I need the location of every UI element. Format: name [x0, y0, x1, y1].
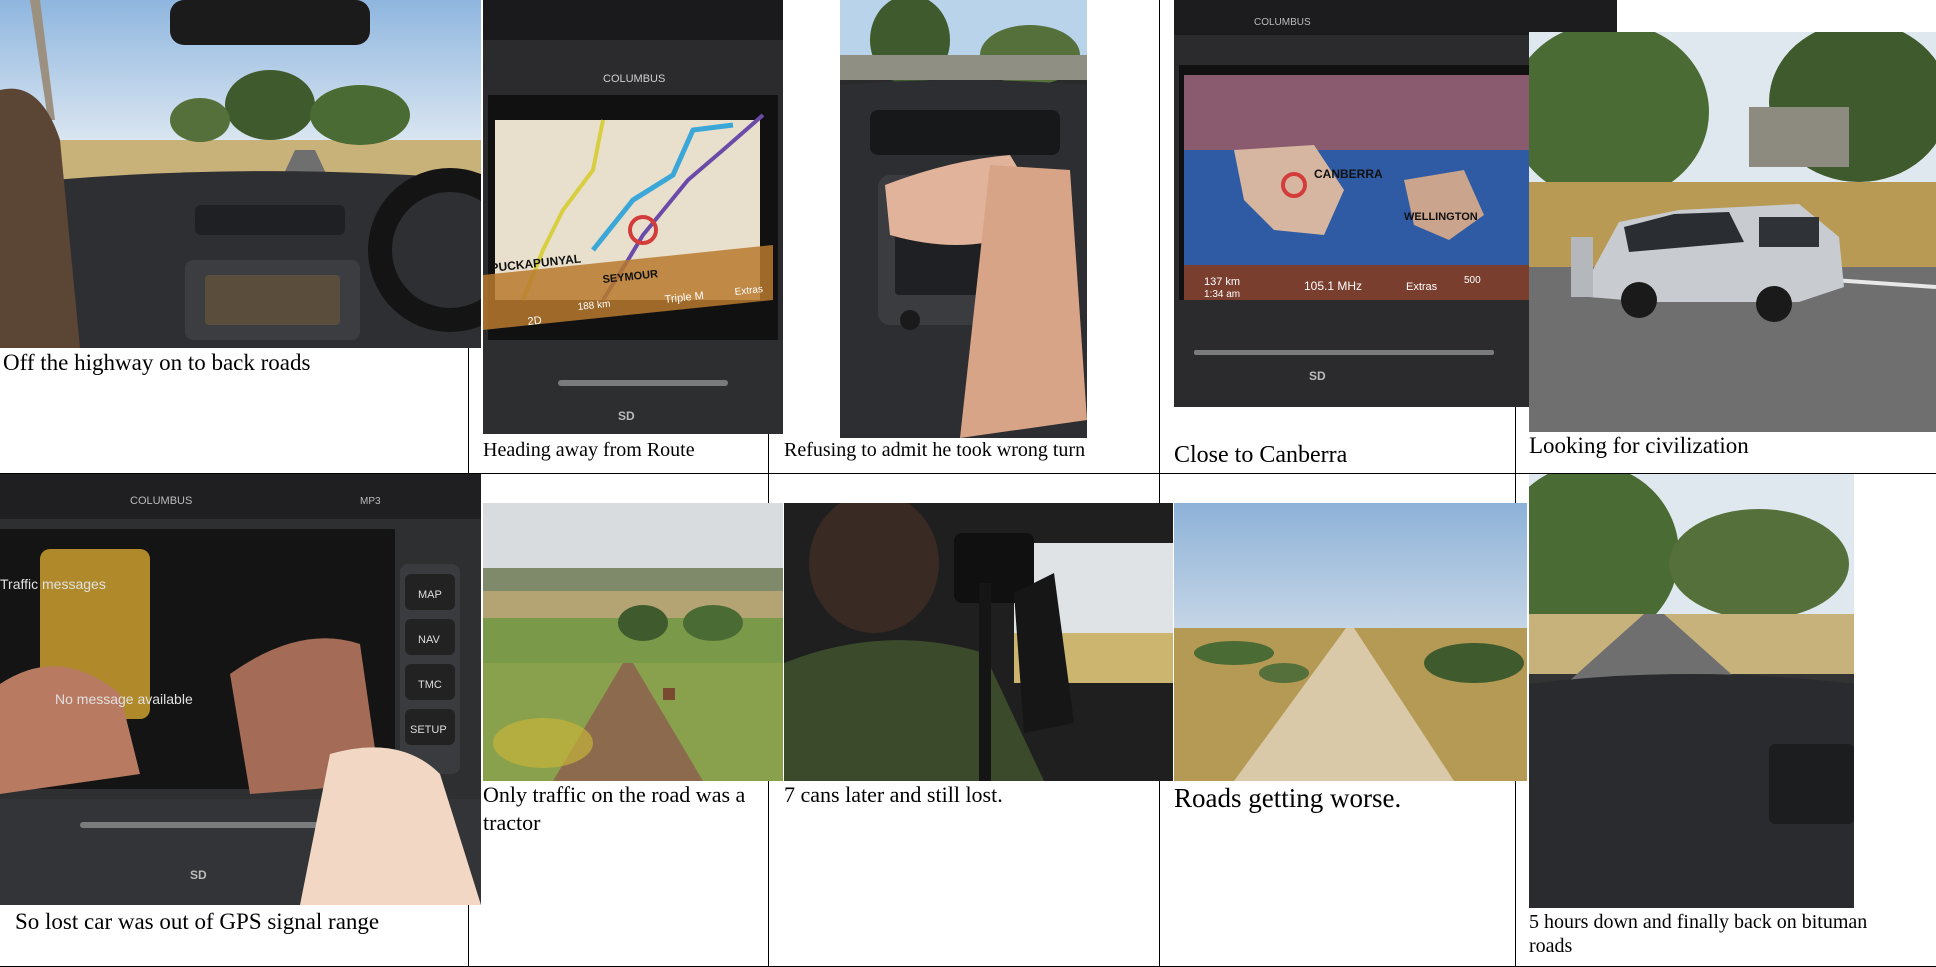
- svg-text:Extras: Extras: [1406, 281, 1438, 293]
- tractor-road-image: [483, 503, 783, 781]
- caption-heading-away: Heading away from Route: [483, 439, 695, 461]
- svg-text:NAV: NAV: [418, 634, 440, 646]
- photo-looking-for-civilization: [1529, 32, 1936, 432]
- photo-seven-cans: [784, 503, 1173, 781]
- svg-text:TMC: TMC: [418, 679, 442, 691]
- svg-text:WELLINGTON: WELLINGTON: [1404, 211, 1478, 223]
- svg-text:SETUP: SETUP: [410, 724, 447, 736]
- caption-roads-worse: Roads getting worse.: [1174, 783, 1402, 813]
- svg-text:CANBERRA: CANBERRA: [1314, 167, 1383, 181]
- caption-back-roads: Off the highway on to back roads: [3, 350, 311, 375]
- caption-refusing-wrong-turn: Refusing to admit he took wrong turn: [784, 439, 1086, 461]
- gravel-road-image: [1174, 503, 1527, 781]
- gps-map-image: COLUMBUS PUCKAPUNYAL SEYMOUR 2D 188 km T…: [483, 0, 783, 434]
- svg-text:No message available: No message available: [55, 691, 193, 707]
- svg-text:2D: 2D: [527, 315, 542, 328]
- svg-text:COLUMBUS: COLUMBUS: [1254, 17, 1311, 28]
- caption-looking-for-civilization: Looking for civilization: [1529, 433, 1749, 458]
- svg-text:500: 500: [1464, 275, 1481, 286]
- man-drinking-image: [784, 503, 1173, 781]
- svg-text:137 km: 137 km: [1204, 276, 1240, 288]
- caption-bitumen-roads: 5 hours down and finally back on bituman…: [1529, 911, 1868, 957]
- svg-text:MAP: MAP: [418, 589, 442, 601]
- svg-text:SD: SD: [190, 868, 207, 882]
- grid-col-divider-3: [1159, 0, 1160, 967]
- silver-car-image: [1529, 32, 1936, 432]
- svg-text:Traffic messages: Traffic messages: [0, 576, 106, 592]
- brand-label: COLUMBUS: [603, 73, 665, 85]
- photo-refusing-wrong-turn: [840, 0, 1087, 438]
- photo-roads-worse: [1174, 503, 1527, 781]
- back-roads-image: [0, 0, 481, 348]
- photo-back-roads: [0, 0, 481, 348]
- caption-tractor: Only traffic on the road was a tractor: [483, 782, 746, 835]
- photo-tractor: [483, 503, 783, 781]
- svg-text:COLUMBUS: COLUMBUS: [130, 495, 192, 507]
- svg-text:SD: SD: [1309, 369, 1326, 383]
- svg-text:MP3: MP3: [360, 496, 381, 507]
- photo-gps-heading-away: COLUMBUS PUCKAPUNYAL SEYMOUR 2D 188 km T…: [483, 0, 783, 434]
- photo-bitumen-roads: [1529, 474, 1854, 908]
- bitumen-road-image: [1529, 474, 1854, 908]
- gps-no-signal-image: COLUMBUS MP3 Traffic messages No message…: [0, 474, 481, 905]
- caption-seven-cans: 7 cans later and still lost.: [784, 782, 1003, 807]
- svg-text:SD: SD: [618, 409, 635, 423]
- svg-text:1:34 am: 1:34 am: [1204, 289, 1240, 300]
- caption-out-of-gps-range: So lost car was out of GPS signal range: [15, 909, 380, 934]
- svg-text:105.1 MHz: 105.1 MHz: [1304, 279, 1362, 293]
- caption-close-to-canberra: Close to Canberra: [1174, 442, 1348, 468]
- photo-out-of-gps-range: COLUMBUS MP3 Traffic messages No message…: [0, 474, 481, 905]
- hand-dashboard-image: [840, 0, 1087, 438]
